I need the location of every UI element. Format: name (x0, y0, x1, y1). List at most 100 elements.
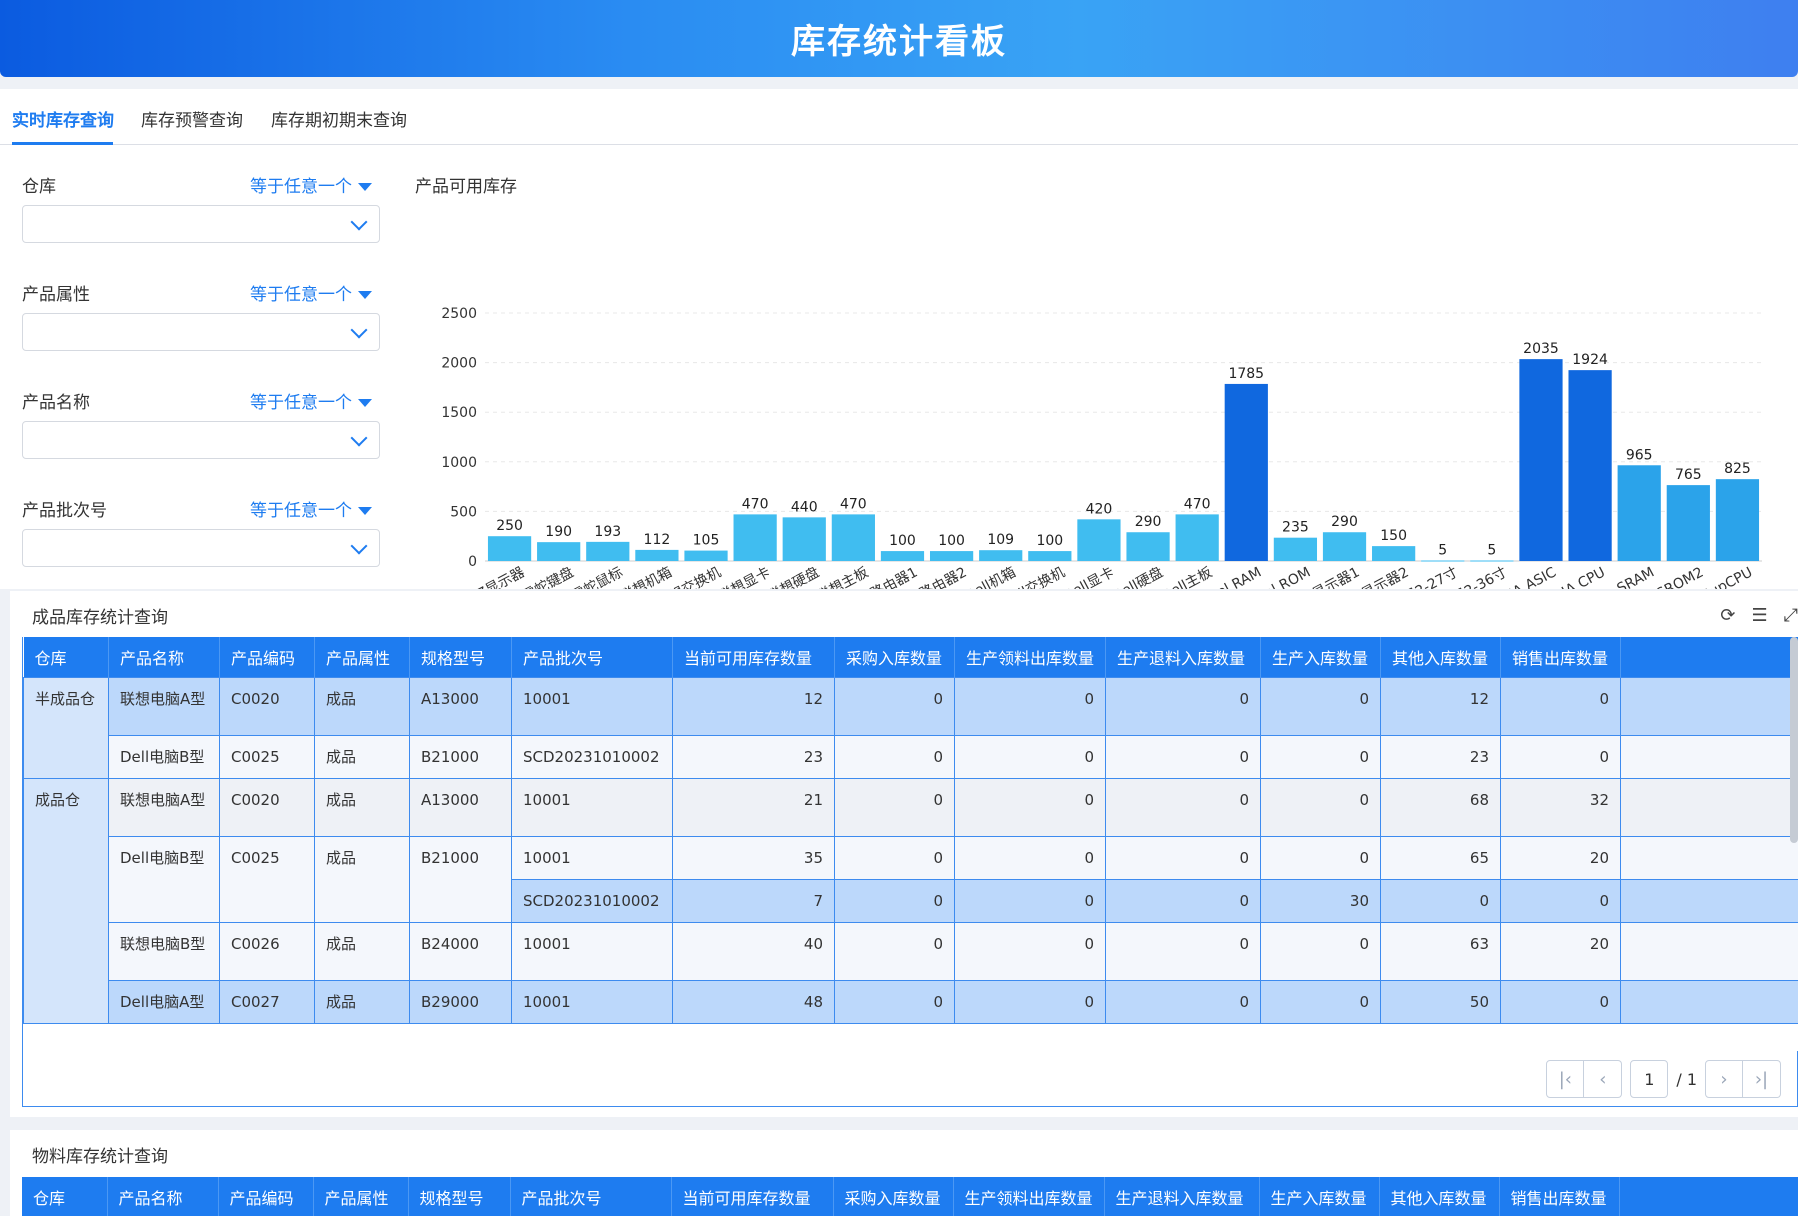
table-row[interactable]: Dell电脑A型 C0027 成品 B29000 10001 48 0 0 0 0 50 0 (24, 979, 1798, 1024)
column-header[interactable]: 采购入库数量 (834, 637, 955, 677)
table-row[interactable]: 联想电脑B型 C0026 成品 B24000 10001 40 0 0 0 0 63 20 (24, 921, 1798, 981)
column-header[interactable]: 其他入库数量 (1379, 1177, 1500, 1216)
product-name-select[interactable] (22, 421, 380, 459)
column-header[interactable]: 产品名称 (107, 1177, 219, 1216)
table-cell (1620, 878, 1798, 923)
table-cell (1620, 777, 1798, 837)
column-header[interactable]: 产品名称 (108, 637, 220, 677)
warehouse-select[interactable] (22, 205, 380, 243)
table-cell: SCD20231010002 (511, 878, 673, 923)
data-label: 965 (1626, 447, 1653, 463)
x-tick-label: Dell机箱 (962, 564, 1018, 589)
tab-inventory-warning[interactable]: 库存预警查询 (141, 106, 243, 131)
finished-goods-card: 成品库存统计查询 ⟳ ☰ ⤢ 仓库 产品名称 产品编码 产品属性 规格型号 产品批次号 当前… (10, 591, 1798, 1117)
table-cell: A13000 (409, 777, 512, 837)
column-header[interactable]: 产品编码 (219, 637, 315, 677)
x-tick-label: 雷蛇鼠标 (569, 564, 626, 589)
product-batch-select[interactable] (22, 529, 380, 567)
column-header[interactable]: 产品编码 (218, 1177, 314, 1216)
filter-operator-label: 等于任意一个 (250, 285, 352, 305)
table-cell: 21 (672, 777, 835, 837)
product-attribute-select[interactable] (22, 313, 380, 351)
table-cell: 0 (1500, 878, 1621, 923)
table-cell: 0 (1500, 979, 1621, 1024)
tab-bar: 实时库存查询 库存预警查询 库存期初期末查询 (0, 89, 1798, 145)
column-header[interactable]: 生产领料出库数量 (953, 1177, 1105, 1216)
column-header[interactable]: 产品批次号 (510, 1177, 672, 1216)
material-table: 仓库 产品名称 产品编码 产品属性 规格型号 产品批次号 当前可用库存数量 采购入库数量 生产领… (22, 1177, 1798, 1216)
table-cell: 23 (1380, 734, 1501, 779)
column-header[interactable]: 生产领料出库数量 (954, 637, 1106, 677)
column-header[interactable]: 规格型号 (408, 1177, 511, 1216)
table-cell: B24000 (409, 921, 512, 981)
data-label: 105 (693, 533, 720, 549)
table-cell: 20 (1500, 921, 1621, 981)
bar (537, 542, 581, 561)
table-cell: 联想电脑B型 (108, 921, 220, 981)
bar (979, 550, 1023, 561)
column-header[interactable]: 规格型号 (409, 637, 512, 677)
table-row[interactable]: 半成品仓 联想电脑A型 C0020 成品 A13000 10001 12 0 0 0 0 12 0 (23, 676, 1798, 779)
column-header[interactable]: 销售出库数量 (1499, 1177, 1620, 1216)
filter-label: 产品批次号 (22, 501, 107, 521)
column-header[interactable]: 产品属性 (313, 1177, 409, 1216)
prev-page-button[interactable]: ‹ (1584, 1060, 1623, 1098)
chevron-down-icon (350, 429, 368, 447)
column-header[interactable]: 采购入库数量 (833, 1177, 954, 1216)
page-number-input[interactable]: 1 (1630, 1060, 1669, 1098)
column-header[interactable]: 仓库 (23, 637, 109, 677)
column-header[interactable]: 产品属性 (314, 637, 410, 677)
column-header[interactable]: 其他入库数量 (1380, 637, 1501, 677)
data-label: 470 (840, 496, 867, 512)
column-header[interactable]: 生产入库数量 (1260, 637, 1381, 677)
fullscreen-icon[interactable]: ⤢ (1784, 605, 1798, 626)
column-header[interactable]: 当前可用库存数量 (672, 637, 835, 677)
table-cell: 0 (954, 676, 1106, 736)
table-cell: 0 (954, 921, 1106, 981)
column-settings-icon[interactable]: ☰ (1751, 605, 1767, 626)
column-header[interactable]: 当前可用库存数量 (671, 1177, 834, 1216)
active-tab-indicator (12, 142, 113, 145)
table-cell: 0 (954, 878, 1106, 923)
column-header[interactable]: 生产退料入库数量 (1104, 1177, 1260, 1216)
table-cell: 68 (1380, 777, 1501, 837)
y-tick-label: 500 (450, 504, 477, 520)
column-header[interactable]: 仓库 (22, 1177, 108, 1216)
filter-operator-dropdown[interactable]: 等于任意一个 (250, 496, 372, 521)
table-row[interactable]: 成品仓 联想电脑A型 C0020 成品 A13000 10001 21 0 0 0 0 68 32 (23, 777, 1798, 1024)
table-cell: 0 (954, 979, 1106, 1024)
bar (487, 536, 532, 561)
filter-operator-dropdown[interactable]: 等于任意一个 (250, 280, 372, 305)
table-cell: 0 (1105, 921, 1261, 981)
tab-realtime-inventory[interactable]: 实时库存查询 (12, 106, 114, 131)
x-tick-label: 联想硬盘 (765, 564, 822, 589)
table-cell: 7 (672, 878, 835, 923)
data-label: 5 (1487, 543, 1496, 559)
table-cell: 20 (1500, 835, 1621, 880)
column-header[interactable]: 产品批次号 (511, 637, 673, 677)
caret-down-icon (358, 183, 372, 191)
table-cell: B21000 (409, 835, 512, 923)
tab-inventory-period[interactable]: 库存期初期末查询 (271, 106, 407, 131)
table-cell: 0 (1105, 676, 1261, 736)
filter-operator-dropdown[interactable]: 等于任意一个 (250, 172, 372, 197)
first-page-button[interactable]: |‹ (1546, 1060, 1585, 1098)
table-row[interactable]: Dell电脑B型 C0025 成品 B21000 10001 35 0 0 0 0 65 20 (24, 835, 1798, 923)
column-header[interactable]: 生产退料入库数量 (1105, 637, 1261, 677)
table-row[interactable]: Dell电脑B型 C0025 成品 B21000 SCD20231010002 23 0 0 0… (24, 734, 1798, 779)
bar (1126, 532, 1170, 561)
x-tick-label: Dell显卡 (1061, 564, 1117, 589)
chevron-down-icon (350, 321, 368, 339)
refresh-icon[interactable]: ⟳ (1720, 605, 1735, 626)
next-page-button[interactable]: › (1705, 1060, 1743, 1098)
realtime-panel: 实时库存查询 库存预警查询 库存期初期末查询 仓库 等于任意一个 产品属性 等于… (0, 89, 1798, 589)
last-page-button[interactable]: ›| (1743, 1060, 1781, 1098)
filter-operator-dropdown[interactable]: 等于任意一个 (250, 388, 372, 413)
column-header[interactable]: 生产入库数量 (1259, 1177, 1380, 1216)
table-cell: 35 (672, 835, 835, 880)
table-cell: Dell电脑A型 (108, 979, 220, 1024)
data-label: 190 (545, 524, 572, 540)
table-cell (1620, 835, 1798, 880)
vertical-scrollbar[interactable] (1790, 637, 1798, 843)
column-header[interactable]: 销售出库数量 (1500, 637, 1621, 677)
